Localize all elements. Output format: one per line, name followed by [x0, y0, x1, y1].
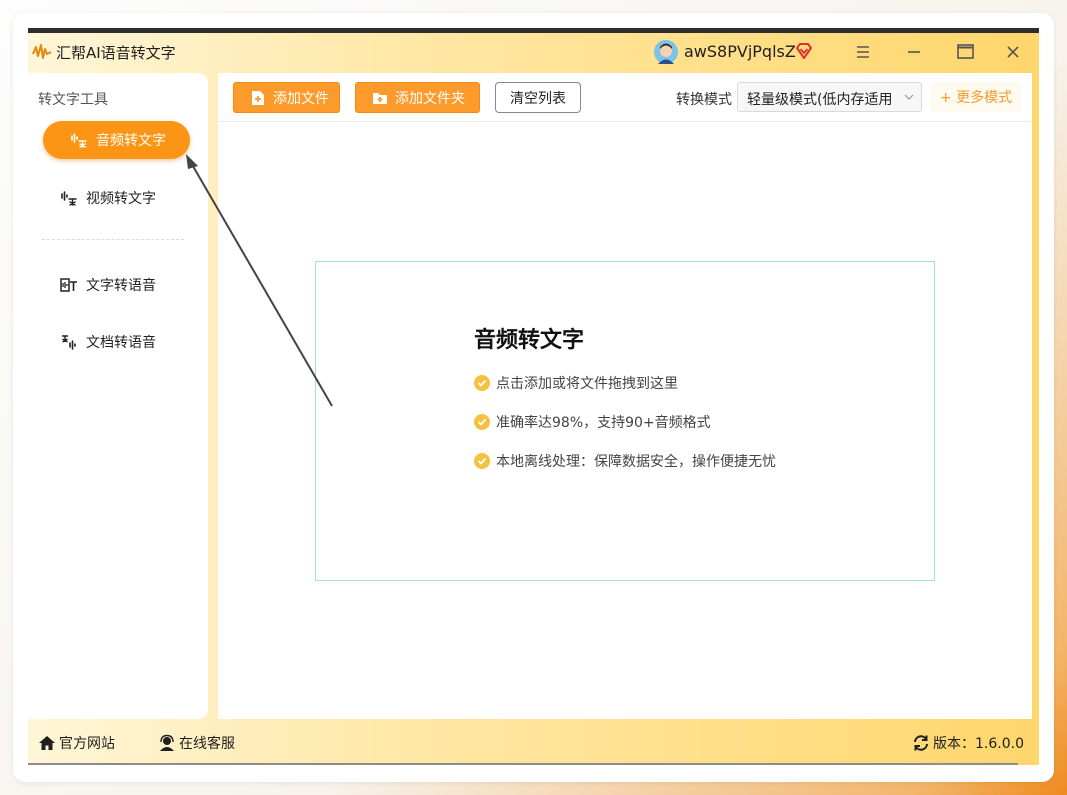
- sidebar: 转文字工具 音频转文字 视频转文字 文字转语音 文档转语音: [28, 73, 208, 719]
- feature-line: 本地离线处理：保障数据安全，操作便捷无忧: [474, 451, 776, 471]
- main-panel: 添加文件 添加文件夹 清空列表 转换模式 轻量级模式(低内存适用 + 更多模式 …: [218, 73, 1032, 719]
- feature-line: 点击添加或将文件拖拽到这里: [474, 373, 678, 393]
- feature-text: 本地离线处理：保障数据安全，操作便捷无忧: [496, 454, 776, 470]
- sidebar-item-video-to-text[interactable]: 视频转文字: [60, 179, 156, 217]
- sidebar-section-title: 转文字工具: [38, 92, 108, 108]
- app-window: 汇帮AI语音转文字 awS8PVjPqlsZ 转文字工具 音频转文字 视频转文字…: [28, 28, 1039, 765]
- vip-diamond-icon[interactable]: [795, 42, 813, 60]
- sidebar-item-label: 音频转文字: [96, 133, 166, 149]
- feature-text: 点击添加或将文件拖拽到这里: [496, 376, 678, 392]
- minimize-icon: [908, 51, 920, 53]
- drop-zone-title: 音频转文字: [474, 328, 585, 353]
- close-button[interactable]: [998, 39, 1028, 65]
- add-folder-label: 添加文件夹: [395, 90, 465, 107]
- add-folder-button[interactable]: 添加文件夹: [355, 82, 480, 113]
- conversion-mode-label: 转换模式: [676, 92, 732, 108]
- file-drop-zone[interactable]: 音频转文字 点击添加或将文件拖拽到这里 准确率达98%，支持90+音频格式 本地…: [315, 261, 935, 581]
- minimize-button[interactable]: [899, 39, 929, 65]
- close-icon: [1007, 46, 1019, 58]
- app-logo-icon: [32, 44, 52, 59]
- text-to-speech-icon: [60, 276, 78, 294]
- sidebar-item-doc-to-speech[interactable]: 文档转语音: [60, 323, 156, 361]
- chevron-down-icon: [904, 94, 914, 100]
- more-modes-button[interactable]: + 更多模式: [931, 82, 1021, 112]
- maximize-icon: [957, 44, 974, 59]
- support-agent-icon: [160, 734, 174, 751]
- check-circle-icon: [474, 375, 490, 391]
- feature-text: 准确率达98%，支持90+音频格式: [496, 415, 711, 431]
- conversion-mode-value: 轻量级模式(低内存适用: [747, 92, 893, 108]
- username[interactable]: awS8PVjPqlsZ: [684, 42, 796, 61]
- sidebar-item-label: 文档转语音: [86, 335, 156, 351]
- clear-list-button[interactable]: 清空列表: [495, 82, 581, 113]
- avatar[interactable]: [654, 40, 678, 64]
- conversion-mode-select[interactable]: 轻量级模式(低内存适用: [737, 82, 922, 112]
- online-support-label: 在线客服: [179, 736, 235, 752]
- maximize-button[interactable]: [950, 39, 980, 65]
- add-folder-icon: [373, 92, 387, 104]
- menu-icon: [857, 46, 869, 58]
- version-label: 版本：1.6.0.0: [933, 736, 1024, 752]
- doc-to-speech-icon: [60, 333, 78, 351]
- online-support-link[interactable]: 在线客服: [158, 733, 235, 753]
- official-website-link[interactable]: 官方网站: [38, 733, 115, 753]
- app-title: 汇帮AI语音转文字: [56, 44, 176, 62]
- sidebar-item-label: 视频转文字: [86, 191, 156, 207]
- footer: 官方网站 在线客服 版本：1.6.0.0: [28, 719, 1039, 765]
- window-bottom-border: [28, 763, 1018, 765]
- sidebar-divider: [42, 239, 184, 240]
- sidebar-item-audio-to-text[interactable]: 音频转文字: [43, 121, 190, 159]
- audio-convert-icon: [70, 131, 88, 149]
- menu-button[interactable]: [848, 39, 878, 65]
- video-convert-icon: [60, 189, 78, 207]
- refresh-icon: [914, 735, 928, 751]
- check-circle-icon: [474, 414, 490, 430]
- feature-line: 准确率达98%，支持90+音频格式: [474, 412, 711, 432]
- home-icon: [39, 736, 55, 750]
- official-website-label: 官方网站: [59, 736, 115, 752]
- title-bar[interactable]: 汇帮AI语音转文字 awS8PVjPqlsZ: [28, 33, 1039, 71]
- add-file-button[interactable]: 添加文件: [233, 82, 340, 113]
- sidebar-item-label: 文字转语音: [86, 278, 156, 294]
- sidebar-item-text-to-speech[interactable]: 文字转语音: [60, 266, 156, 304]
- toolbar: 添加文件 添加文件夹 清空列表 转换模式 轻量级模式(低内存适用 + 更多模式: [218, 73, 1032, 122]
- add-file-icon: [252, 90, 264, 105]
- check-circle-icon: [474, 453, 490, 469]
- version-info[interactable]: 版本：1.6.0.0: [912, 733, 1024, 753]
- add-file-label: 添加文件: [273, 90, 329, 107]
